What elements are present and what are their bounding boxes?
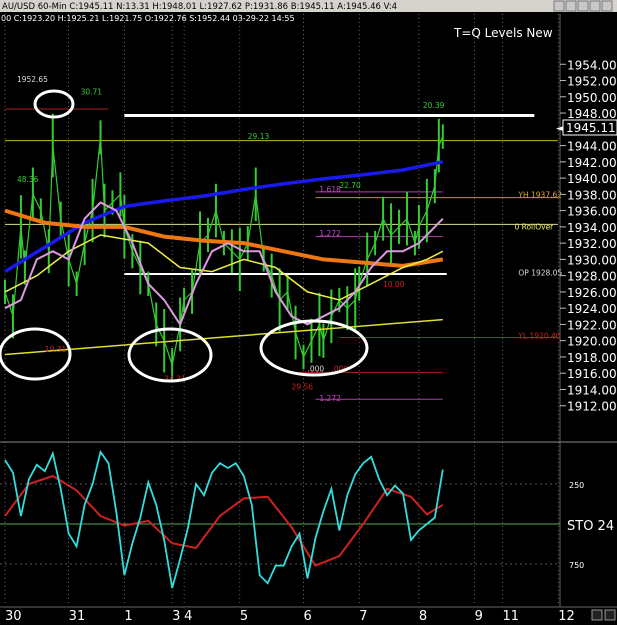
header-icon-2[interactable] (565, 0, 577, 12)
stoch-tick-label: STO 24 (567, 519, 614, 534)
price-tick-label: 1928.00 (567, 270, 617, 284)
price-tick-label: 1938.00 (567, 188, 617, 202)
chart-annotation: 1.272 (319, 394, 341, 403)
date-tick-label: 12 (558, 609, 575, 624)
chart-annotation: 10.00 (383, 280, 405, 289)
header-icon-4[interactable] (589, 0, 601, 12)
date-tick-label: 11 (503, 609, 520, 624)
date-tick-label: 31 (69, 609, 86, 624)
last-price-label: 1945.11 (566, 121, 616, 135)
date-tick-label: 9 (475, 609, 483, 624)
chart-annotation: 1952.65 (17, 75, 48, 84)
header-icon-1[interactable] (553, 0, 565, 12)
stoch-tick-label: 750 (569, 561, 584, 570)
price-tick-label: 1924.00 (567, 302, 617, 316)
price-tick-label: 1944.00 (567, 140, 617, 154)
price-tick-label: 1926.00 (567, 286, 617, 300)
date-tick-label: 1 (124, 609, 132, 624)
chart-title: T=Q Levels New (453, 26, 553, 40)
price-tick-label: 1912.00 (567, 400, 617, 414)
date-tick-label: 4 (184, 609, 192, 624)
chart-annotation: 19.31 (45, 345, 67, 354)
scroll-button-right (604, 609, 616, 621)
chart-annotation: YL 1920.40 (517, 331, 560, 340)
price-tick-label: 1934.00 (567, 221, 617, 235)
price-tick-label: 1930.00 (567, 253, 617, 267)
price-tick-label: 1922.00 (567, 318, 617, 332)
price-tick-label: 1918.00 (567, 351, 617, 365)
price-tick-label: 1942.00 (567, 156, 617, 170)
header-icon-5[interactable] (601, 0, 613, 12)
header-icon-3[interactable] (577, 0, 589, 12)
date-tick-label: 30 (5, 609, 22, 624)
last-price-arrow: ◄ (556, 124, 563, 134)
price-tick-label: 1952.00 (567, 75, 617, 89)
price-tick-label: 1950.00 (567, 91, 617, 105)
chart-annotation: 0 RollOver (514, 222, 554, 231)
chart-annotation: 20.39 (423, 101, 445, 110)
scroll-button-left (591, 609, 603, 621)
date-tick-label: 6 (304, 609, 312, 624)
date-tick-label: 3 (172, 609, 180, 624)
header-subtext: 00 C:1923.20 H:1925.21 L:1921.75 O:1922.… (1, 14, 295, 23)
price-tick-label: 1932.00 (567, 237, 617, 251)
date-tick-label: 5 (240, 609, 248, 624)
header-text: AU/USD 60-Min C:1945.11 N:13.31 H:1948.0… (2, 2, 397, 12)
price-tick-label: 1914.00 (567, 383, 617, 397)
stoch-tick-label: 250 (569, 481, 584, 490)
chart-annotation: 22.70 (339, 181, 361, 190)
price-tick-label: 1936.00 (567, 205, 617, 219)
price-tick-label: 1948.00 (567, 107, 617, 121)
chart-annotation: 1.618 (319, 185, 341, 194)
chart-annotation: .000 (307, 365, 324, 374)
chart-annotation: OP 1928.05 (518, 269, 562, 278)
chart-annotation: 1.272 (319, 229, 341, 238)
date-tick-label: 7 (359, 609, 367, 624)
chart-annotation: 29.56 (292, 382, 314, 391)
chart-annotation: 48.36 (17, 175, 39, 184)
chart-annotation: YH 1937.62 (517, 191, 562, 200)
price-tick-label: 1916.00 (567, 367, 617, 381)
price-tick-label: 1940.00 (567, 172, 617, 186)
chart-annotation: 29.13 (248, 132, 270, 141)
chart-root: AU/USD 60-Min C:1945.11 N:13.31 H:1948.0… (0, 0, 617, 625)
price-tick-label: 1920.00 (567, 335, 617, 349)
chart-annotation: 30.71 (81, 87, 103, 96)
price-tick-label: 1954.00 (567, 58, 617, 72)
date-tick-label: 8 (419, 609, 427, 624)
